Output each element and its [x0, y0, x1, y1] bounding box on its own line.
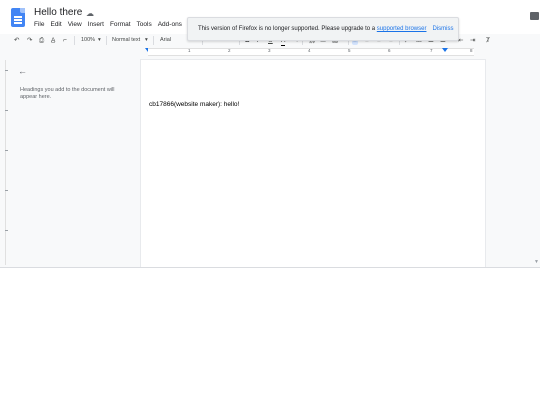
cloud-saved-icon[interactable]: ☁	[86, 9, 94, 18]
banner-message-text: This version of Firefox is no longer sup…	[198, 26, 377, 32]
document-page[interactable]: cb17866(website maker): hello!	[141, 60, 485, 267]
outline-empty-hint: Headings you add to the document will ap…	[20, 87, 115, 100]
docs-app-window: Hello there ☁ File Edit View Insert Form…	[0, 0, 540, 268]
right-indent-marker[interactable]	[442, 48, 448, 52]
font-select[interactable]: Arial	[160, 36, 171, 45]
close-outline-arrow-icon[interactable]: ←	[18, 66, 27, 76]
paint-format-icon[interactable]: ⌐	[63, 36, 67, 45]
ruler-tick	[5, 70, 8, 71]
vertical-scrollbar[interactable]: ▼	[531, 60, 539, 265]
menu-view[interactable]: View	[68, 20, 82, 30]
logo-line	[14, 22, 22, 24]
clear-formatting-icon[interactable]: Ⱦ	[486, 36, 490, 45]
dismiss-button[interactable]: Dismiss	[432, 26, 453, 32]
menu-format[interactable]: Format	[110, 20, 131, 30]
print-icon[interactable]: ⎙	[39, 36, 44, 45]
ruler-tick	[5, 190, 8, 191]
horizontal-ruler: 1 2 3 4 5 6 7 8	[0, 47, 540, 56]
menu-tools[interactable]: Tools	[137, 20, 152, 30]
document-body-text[interactable]: cb17866(website maker): hello!	[149, 101, 239, 108]
ruler-tick	[5, 230, 8, 231]
supported-browser-link[interactable]: supported browser	[377, 26, 427, 32]
spellcheck-icon[interactable]: A̲	[51, 36, 55, 45]
ruler-number: 6	[388, 48, 391, 53]
docs-logo-icon[interactable]	[11, 8, 25, 27]
logo-line	[14, 19, 22, 21]
style-chevron-down-icon[interactable]: ▾	[145, 36, 148, 45]
comment-icon[interactable]	[530, 12, 539, 20]
vertical-ruler	[5, 60, 10, 265]
menu-bar: File Edit View Insert Format Tools Add-o…	[34, 20, 202, 30]
toolbar-divider	[74, 36, 75, 45]
ruler-number: 3	[268, 48, 271, 53]
logo-line	[14, 16, 22, 18]
zoom-chevron-down-icon[interactable]: ▾	[98, 36, 101, 45]
banner-message: This version of Firefox is no longer sup…	[198, 26, 426, 32]
ruler-tick	[5, 110, 8, 111]
ruler-number: 7	[430, 48, 433, 53]
ruler-number: 4	[308, 48, 311, 53]
paragraph-style-select[interactable]: Normal text	[112, 36, 140, 45]
toolbar-divider	[153, 36, 154, 45]
menu-edit[interactable]: Edit	[50, 20, 61, 30]
ruler-number: 1	[188, 48, 191, 53]
scroll-down-arrow-icon[interactable]: ▼	[534, 259, 539, 265]
ruler-track[interactable]: 1 2 3 4 5 6 7 8	[148, 48, 474, 56]
ruler-number: 8	[470, 48, 473, 53]
redo-icon[interactable]: ↷	[27, 36, 32, 45]
unsupported-browser-banner: This version of Firefox is no longer sup…	[187, 17, 459, 41]
undo-icon[interactable]: ↶	[14, 36, 19, 45]
document-title[interactable]: Hello there	[34, 7, 82, 18]
toolbar-divider	[106, 36, 107, 45]
menu-insert[interactable]: Insert	[88, 20, 104, 30]
ruler-tick	[5, 150, 8, 151]
increase-indent-icon[interactable]: ⇥	[470, 36, 475, 45]
zoom-select[interactable]: 100%	[81, 36, 95, 45]
menu-add-ons[interactable]: Add-ons	[158, 20, 182, 30]
ruler-number: 5	[348, 48, 351, 53]
menu-file[interactable]: File	[34, 20, 44, 30]
ruler-number: 2	[228, 48, 231, 53]
